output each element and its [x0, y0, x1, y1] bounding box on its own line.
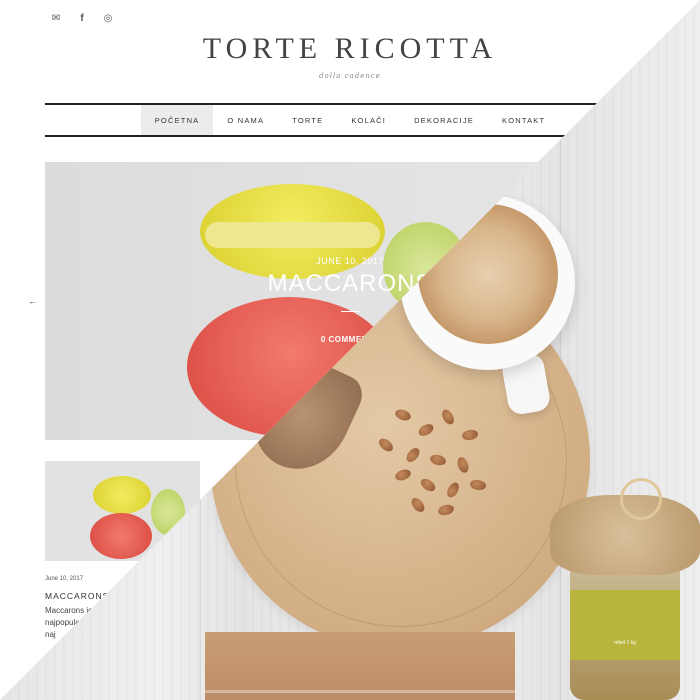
mail-icon[interactable]: ✉ [50, 12, 62, 24]
thumb-macaron-red [90, 513, 152, 559]
jar-twine-bow [620, 478, 662, 520]
hero-divider [341, 311, 359, 312]
post-title[interactable]: MACCARONS [45, 591, 109, 601]
jar-label [570, 590, 680, 660]
instagram-icon[interactable]: ◎ [102, 12, 114, 24]
jar-label-text: rebel 1 kg [614, 640, 636, 646]
nav-item-kontakt[interactable]: KONTAKT [488, 105, 559, 135]
hero-date: JUNE 10, 2017 [316, 256, 384, 266]
slider-prev-arrow-icon[interactable]: ← [28, 296, 37, 306]
macaron-yellow-filling [205, 222, 380, 248]
tagline-text: dolla cadence [319, 72, 381, 80]
site-tagline: dolla cadence [0, 72, 700, 80]
social-links: ✉ f ◎ [50, 12, 114, 24]
site-logo[interactable]: TORTE RICOTTA [0, 32, 700, 66]
facebook-icon[interactable]: f [76, 12, 88, 24]
thumb-macaron-yellow [93, 476, 151, 514]
paper-bag-fold [205, 690, 515, 693]
nav-item-o-nama[interactable]: O NAMA [213, 105, 278, 135]
post-date: June 10, 2017 [45, 576, 84, 582]
nav-item-torte[interactable]: TORTE [278, 105, 337, 135]
nav-item-pocetna[interactable]: POČETNA [140, 105, 214, 135]
main-navigation: POČETNA O NAMA TORTE KOLAČI DEKORACIJE K… [45, 103, 655, 137]
nav-item-kolaci[interactable]: KOLAČI [337, 105, 400, 135]
nav-item-dekoracije[interactable]: DEKORACIJE [400, 105, 488, 135]
